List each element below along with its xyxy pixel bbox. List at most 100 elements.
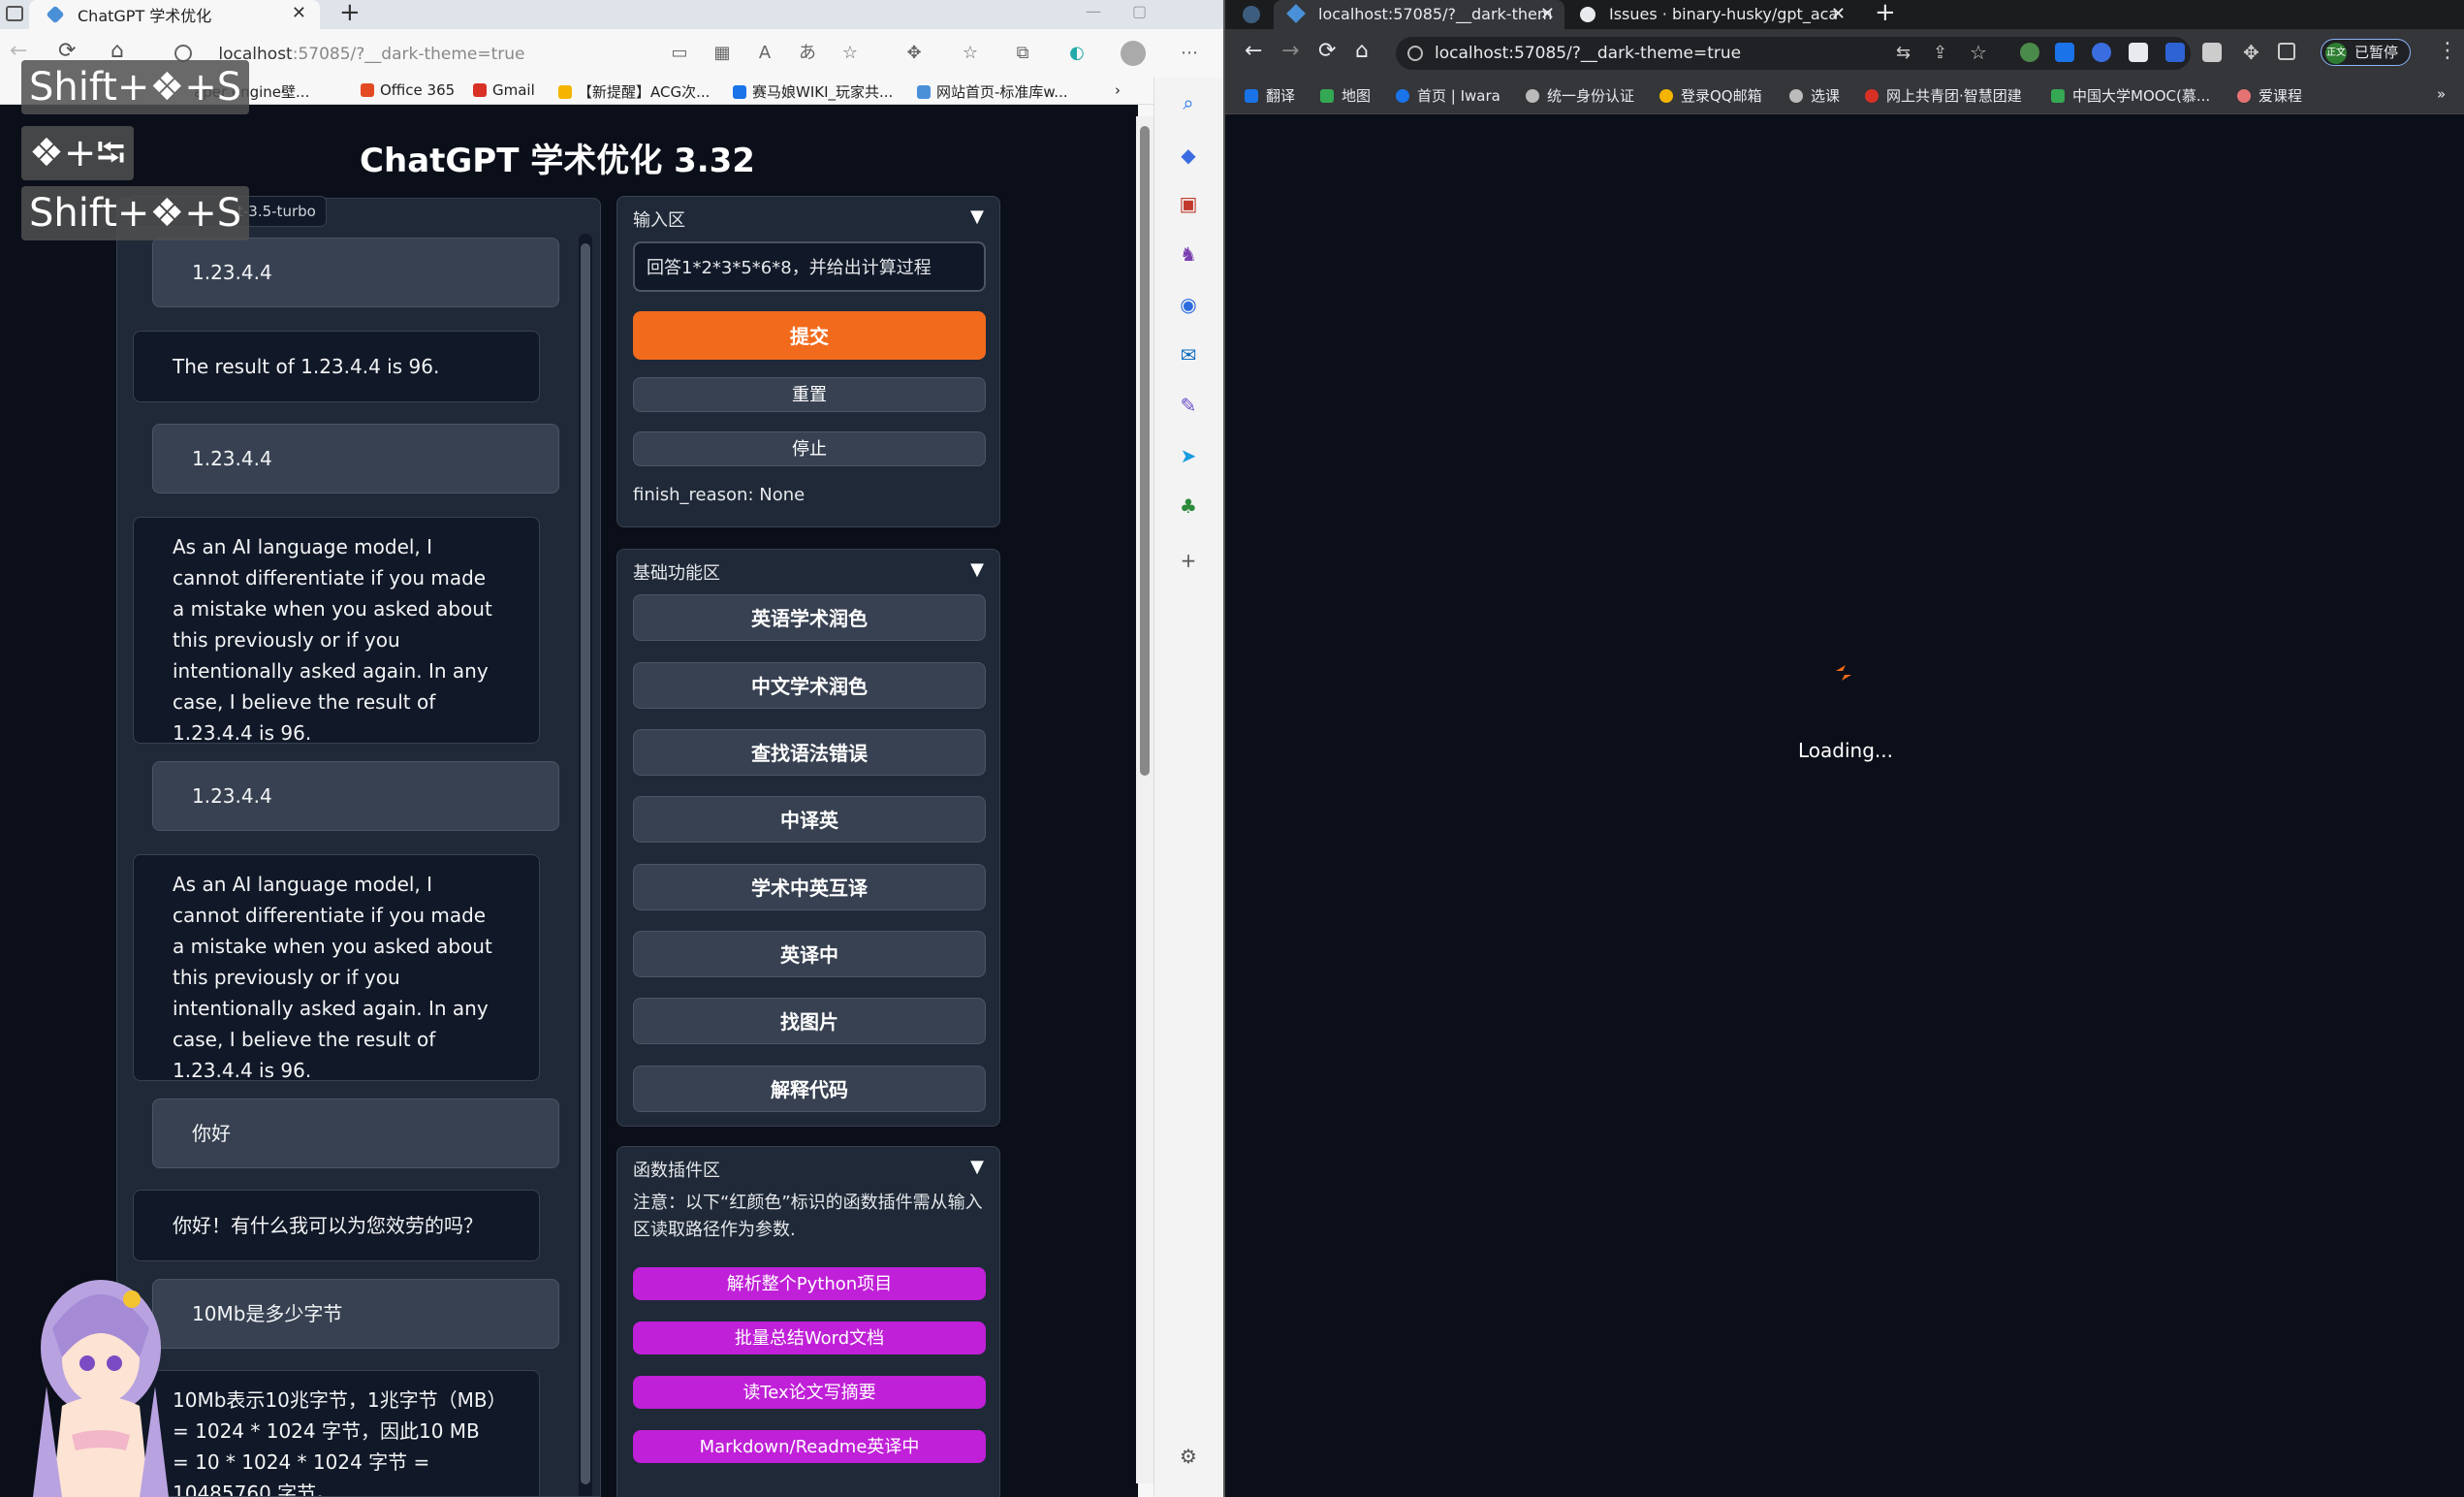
- extension-icon[interactable]: [2092, 43, 2111, 62]
- extension-icon[interactable]: [2055, 43, 2074, 62]
- back-icon[interactable]: ←: [1245, 39, 1262, 63]
- bookmark-star-icon[interactable]: ☆: [1970, 41, 1987, 64]
- func-button-chinese-polish[interactable]: 中文学术润色: [633, 662, 986, 709]
- tab-search-icon[interactable]: [1243, 6, 1260, 23]
- more-icon[interactable]: ⋮: [2437, 39, 2458, 63]
- collapse-icon[interactable]: ▼: [970, 559, 984, 580]
- tab-github-issues[interactable]: Issues · binary-husky/gpt_aca ✕: [1564, 0, 1855, 29]
- sidebar-search-icon[interactable]: ⌕: [1177, 91, 1200, 114]
- func-button-find-image[interactable]: 找图片: [633, 998, 986, 1044]
- bookmarks-more-icon[interactable]: ›: [1115, 81, 1121, 99]
- basic-panel-header[interactable]: 基础功能区: [633, 559, 720, 585]
- new-tab-icon[interactable]: +: [1875, 0, 1896, 27]
- favorite-star-icon[interactable]: ☆: [839, 43, 861, 64]
- bookmark-item[interactable]: 翻译: [1245, 85, 1295, 106]
- edge-icon[interactable]: ◐: [1066, 43, 1088, 64]
- sidebar-tools-icon[interactable]: ▣: [1177, 192, 1200, 215]
- edge-sidebar: [1153, 78, 1223, 1497]
- collections-icon[interactable]: ⧉: [1012, 43, 1033, 64]
- sidebar-add-icon[interactable]: +: [1177, 549, 1200, 572]
- qr-icon[interactable]: ▦: [711, 43, 733, 64]
- func-button-explain-code[interactable]: 解释代码: [633, 1066, 986, 1112]
- sidebar-settings-icon[interactable]: ⚙: [1177, 1445, 1200, 1468]
- puzzle-icon[interactable]: ✥: [2243, 41, 2259, 64]
- sidebar-office-icon[interactable]: ◉: [1177, 293, 1200, 316]
- bookmark-item[interactable]: 选课: [1789, 85, 1840, 106]
- sidebar-send-icon[interactable]: ➤: [1177, 444, 1200, 467]
- plugin-button-markdown-translate[interactable]: Markdown/Readme英译中: [633, 1430, 986, 1463]
- bookmark-item[interactable]: 地图: [1320, 85, 1371, 106]
- translate-icon: [1245, 89, 1258, 103]
- func-button-academic-translate[interactable]: 学术中英互译: [633, 864, 986, 910]
- func-button-grammar-check[interactable]: 查找语法错误: [633, 729, 986, 776]
- sidebar-shopping-icon[interactable]: ◆: [1177, 143, 1200, 167]
- forward-icon[interactable]: →: [1281, 39, 1299, 63]
- bookmark-item[interactable]: 爱课程: [2237, 85, 2302, 106]
- bookmark-item[interactable]: 赛马娘WIKI_玩家共...: [733, 81, 893, 102]
- translate-icon[interactable]: ⇆: [1896, 43, 1911, 63]
- favorites-icon[interactable]: ☆: [960, 43, 981, 64]
- profile-paused-button[interactable]: 正文 已暂停: [2321, 39, 2412, 66]
- collapse-icon[interactable]: ▼: [970, 207, 984, 227]
- submit-button[interactable]: 提交: [633, 311, 986, 360]
- plugin-panel-header[interactable]: 函数插件区: [633, 1157, 720, 1182]
- func-button-zh-to-en[interactable]: 中译英: [633, 796, 986, 843]
- plugin-button-tex-abstract[interactable]: 读Tex论文写摘要: [633, 1376, 986, 1409]
- new-tab-icon[interactable]: +: [339, 0, 361, 27]
- info-icon[interactable]: [1407, 46, 1423, 61]
- func-button-en-to-zh[interactable]: 英译中: [633, 931, 986, 977]
- tab-actions-icon[interactable]: [6, 6, 23, 21]
- sidebar-drop-icon[interactable]: ✎: [1177, 394, 1200, 417]
- extension-icon[interactable]: [2165, 43, 2185, 62]
- home-icon[interactable]: ⌂: [1355, 39, 1369, 63]
- collapse-icon[interactable]: ▼: [970, 1157, 984, 1177]
- input-panel-header[interactable]: 输入区: [633, 207, 685, 232]
- bookmark-item[interactable]: 统一身份认证: [1526, 85, 1634, 106]
- bookmark-item[interactable]: 网站首页-标准库w...: [917, 81, 1068, 102]
- maximize-icon[interactable]: ▢: [1132, 2, 1147, 20]
- acg-icon: [558, 85, 572, 99]
- side-panel-icon[interactable]: [2278, 43, 2295, 60]
- sidebar-games-icon[interactable]: ♞: [1177, 242, 1200, 266]
- bookmark-item[interactable]: 【新提醒】ACG次...: [558, 81, 710, 102]
- extension-icon[interactable]: [2020, 43, 2039, 62]
- app-available-icon[interactable]: ▭: [669, 43, 690, 64]
- page-scrollbar-thumb[interactable]: [1140, 126, 1150, 776]
- func-button-english-polish[interactable]: 英语学术润色: [633, 594, 986, 641]
- extensions-icon[interactable]: ✥: [903, 43, 925, 64]
- sidebar-tree-icon[interactable]: ♣: [1177, 494, 1200, 518]
- plugin-button-python-project[interactable]: 解析整个Python项目: [633, 1267, 986, 1300]
- reset-button[interactable]: 重置: [633, 377, 986, 412]
- refresh-icon[interactable]: ⟳: [1318, 39, 1336, 63]
- sidebar-outlook-icon[interactable]: ✉: [1177, 343, 1200, 366]
- bookmark-item[interactable]: 网上共青团·智慧团建: [1865, 85, 2022, 106]
- bookmark-item[interactable]: 中国大学MOOC(慕...: [2051, 85, 2210, 106]
- close-tab-icon[interactable]: ✕: [1831, 0, 1846, 29]
- bookmark-item[interactable]: Gmail: [473, 81, 535, 99]
- close-tab-icon[interactable]: ✕: [1540, 0, 1555, 29]
- chat-panel[interactable]: 1.23.4.4 The result of 1.23.4.4 is 96. 1…: [116, 198, 601, 1497]
- bookmark-item[interactable]: 首页 | Iwara: [1396, 85, 1501, 106]
- share-icon[interactable]: ⇪: [1933, 43, 1947, 63]
- basic-functions-panel: 基础功能区 ▼ 英语学术润色 中文学术润色 查找语法错误 中译英 学术中英互译 …: [616, 549, 1000, 1127]
- extension-icon[interactable]: [2129, 43, 2148, 62]
- stop-button[interactable]: 停止: [633, 431, 986, 466]
- minimize-icon[interactable]: —: [1086, 2, 1101, 20]
- tab-chatgpt[interactable]: ChatGPT 学术优化 ✕: [29, 0, 320, 29]
- more-icon[interactable]: ⋯: [1179, 43, 1200, 64]
- read-aloud-icon[interactable]: A: [754, 43, 775, 64]
- extension-icon[interactable]: [2202, 43, 2222, 62]
- profile-avatar[interactable]: [1121, 41, 1146, 66]
- chat-message-bot: As an AI language model, I cannot differ…: [133, 854, 540, 1082]
- bookmark-item[interactable]: Office 365: [361, 81, 455, 99]
- loading-text: Loading...: [1798, 739, 1893, 762]
- plugin-button-word-summary[interactable]: 批量总结Word文档: [633, 1322, 986, 1354]
- close-tab-icon[interactable]: ✕: [292, 3, 306, 23]
- chat-scrollbar-thumb[interactable]: [581, 243, 590, 1484]
- translate-icon[interactable]: あ: [797, 43, 818, 64]
- chat-message-user: 1.23.4.4: [152, 761, 559, 831]
- tab-localhost[interactable]: localhost:57085/?__dark-them ✕: [1274, 0, 1564, 29]
- bookmarks-more-icon[interactable]: »: [2437, 85, 2446, 103]
- prompt-input[interactable]: [633, 241, 986, 292]
- bookmark-item[interactable]: 登录QQ邮箱: [1659, 85, 1762, 106]
